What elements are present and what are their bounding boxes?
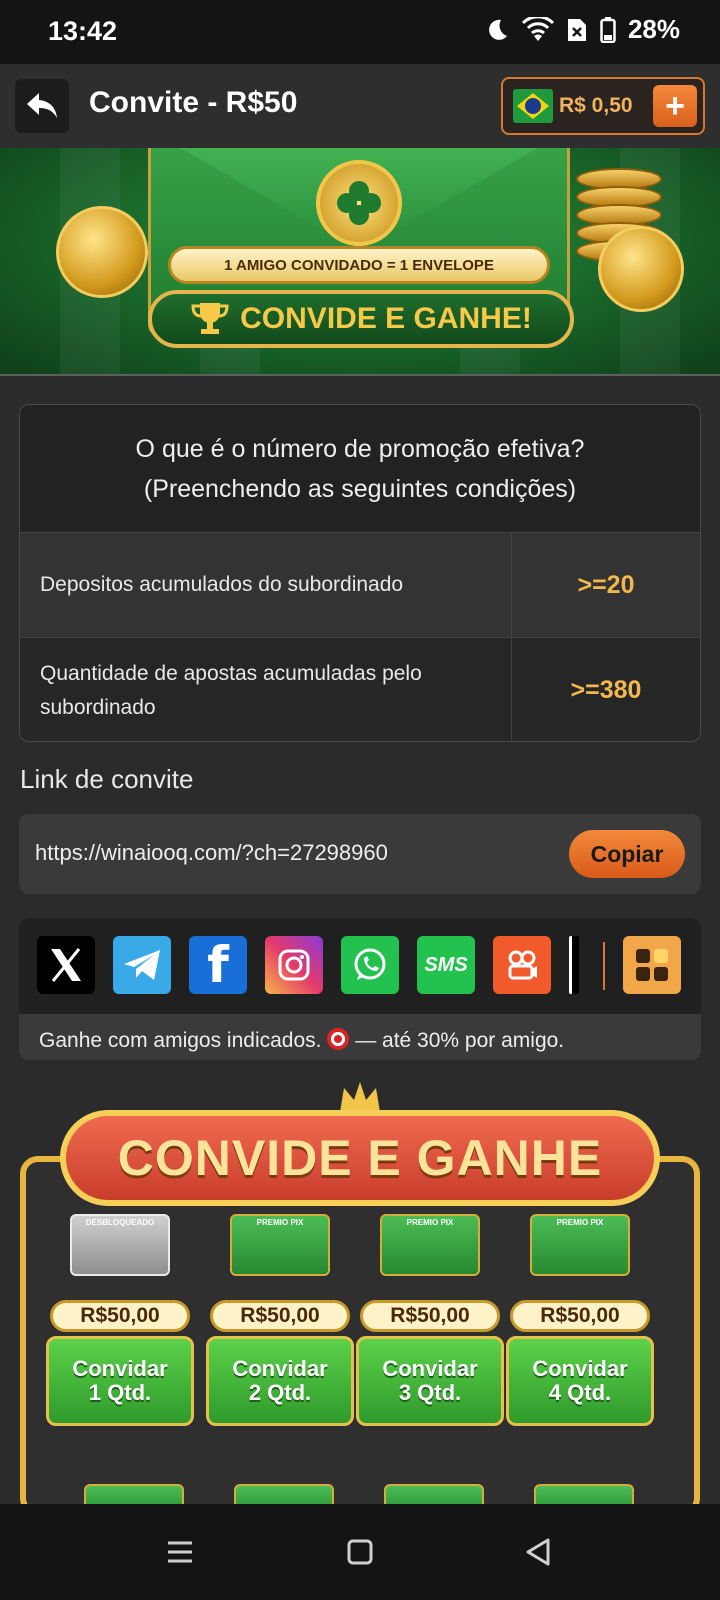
home-button[interactable]	[340, 1534, 380, 1570]
condition-value: >=20	[577, 570, 635, 599]
reward-item: PREMIO PIX R$50,00 Convidar 2 Qtd.	[206, 1214, 354, 1426]
crown-ornament-icon	[340, 1082, 380, 1112]
reward-action: Convidar	[72, 1356, 168, 1381]
reward-action: Convidar	[232, 1356, 328, 1381]
kwai-icon[interactable]	[493, 936, 551, 994]
no-sim-icon	[567, 18, 586, 41]
balance-widget[interactable]: R$ 0,50 +	[501, 77, 705, 135]
reward-qty: 4 Qtd.	[548, 1380, 612, 1405]
envelope-label: PREMIO PIX	[256, 1218, 304, 1227]
share-caption-text: Ganhe com amigos indicados.	[39, 1029, 322, 1052]
share-divider	[603, 942, 605, 990]
reward-qty: 1 Qtd.	[88, 1380, 152, 1405]
reward-item: PREMIO PIX R$50,00 Convidar 3 Qtd.	[356, 1214, 504, 1426]
system-nav-bar	[0, 1504, 720, 1600]
x-icon[interactable]	[37, 936, 95, 994]
brazil-flag-icon	[513, 89, 553, 123]
conditions-header: O que é o número de promoção efetiva? (P…	[20, 405, 700, 533]
table-row: Quantidade de apostas acumuladas pelo su…	[20, 638, 700, 741]
envelope-label: DESBLOQUEADO	[85, 1218, 155, 1227]
promo-banner: 1 AMIGO CONVIDADO = 1 ENVELOPE CONVIDE E…	[0, 148, 720, 376]
invite-reward-button[interactable]: Convidar 1 Qtd.	[46, 1336, 194, 1426]
invite-link-label: Link de convite	[20, 764, 194, 794]
nav-back-button[interactable]	[518, 1534, 558, 1570]
copy-button[interactable]: Copiar	[569, 830, 685, 878]
envelope-icon: PREMIO PIX	[230, 1214, 330, 1276]
reward-amount: R$50,00	[510, 1300, 650, 1332]
status-bar: 13:42 28%	[0, 0, 720, 64]
soccer-coin-icon	[56, 206, 148, 298]
invite-reward-button[interactable]: Convidar 3 Qtd.	[356, 1336, 504, 1426]
recents-icon	[168, 1541, 192, 1563]
promotion-conditions-table: O que é o número de promoção efetiva? (P…	[19, 404, 701, 742]
reward-amount: R$50,00	[50, 1300, 190, 1332]
more-apps-icon[interactable]	[623, 936, 681, 994]
home-icon	[347, 1539, 373, 1565]
battery-percent: 28%	[627, 14, 680, 44]
wifi-icon	[521, 16, 554, 41]
trophy-icon	[191, 303, 229, 334]
reward-item: DESBLOQUEADO R$50,00 Convidar 1 Qtd.	[46, 1214, 194, 1426]
envelope-label: PREMIO PIX	[406, 1218, 454, 1227]
soccer-coin-icon	[598, 226, 684, 312]
balance-amount: R$ 0,50	[559, 94, 633, 117]
share-panel: f SMS Ganhe com amigos indicados. — até …	[19, 918, 701, 1060]
invite-reward-button[interactable]: Convidar 2 Qtd.	[206, 1336, 354, 1426]
reward-amount: R$50,00	[210, 1300, 350, 1332]
page-title: Convite - R$50	[89, 86, 298, 119]
back-button[interactable]	[15, 79, 69, 133]
invite-link-url[interactable]: https://winaiooq.com/?ch=27298960	[35, 840, 388, 866]
condition-value: >=380	[570, 676, 642, 704]
banner-headline-box: CONVIDE E GANHE!	[148, 290, 574, 348]
envelope-icon: PREMIO PIX	[530, 1214, 630, 1276]
invite-reward-button[interactable]: Convidar 4 Qtd.	[506, 1336, 654, 1426]
envelope-label: PREMIO PIX	[556, 1218, 604, 1227]
conditions-subtitle: (Preenchendo as seguintes condições)	[143, 474, 577, 503]
reward-qty: 3 Qtd.	[398, 1380, 462, 1405]
reward-action: Convidar	[532, 1356, 628, 1381]
reward-action: Convidar	[382, 1356, 478, 1381]
whatsapp-icon[interactable]	[341, 936, 399, 994]
tiktok-icon[interactable]	[569, 936, 579, 994]
condition-label: Quantidade de apostas acumuladas pelo su…	[20, 638, 512, 741]
add-funds-button[interactable]: +	[653, 85, 697, 127]
table-row: Depositos acumulados do subordinado >=20	[20, 533, 700, 638]
battery-icon	[600, 16, 616, 43]
share-caption-rate: — até 30% por amigo.	[355, 1029, 565, 1052]
reward-qty: 2 Qtd.	[248, 1380, 312, 1405]
reward-amount: R$50,00	[360, 1300, 500, 1332]
envelope-icon: PREMIO PIX	[380, 1214, 480, 1276]
rewards-title: CONVIDE E GANHE	[60, 1110, 660, 1206]
app-header: Convite - R$50 R$ 0,50 +	[0, 64, 720, 148]
clover-coin-icon	[316, 160, 402, 246]
sms-icon[interactable]: SMS	[417, 936, 475, 994]
share-caption: Ganhe com amigos indicados. — até 30% po…	[39, 1028, 564, 1053]
invite-rewards-board: CONVIDE E GANHE DESBLOQUEADO R$50,00 Con…	[20, 1082, 700, 1516]
moon-icon	[489, 19, 507, 40]
invite-link-box: https://winaiooq.com/?ch=27298960 Copiar	[19, 814, 701, 894]
back-icon	[526, 1538, 550, 1566]
banner-tagline: 1 AMIGO CONVIDADO = 1 ENVELOPE	[168, 246, 550, 284]
back-arrow-icon	[27, 93, 57, 118]
facebook-icon[interactable]: f	[189, 936, 247, 994]
target-icon	[327, 1028, 350, 1050]
instagram-icon[interactable]	[265, 936, 323, 994]
reward-item: PREMIO PIX R$50,00 Convidar 4 Qtd.	[506, 1214, 654, 1426]
status-time: 13:42	[48, 16, 118, 46]
telegram-icon[interactable]	[113, 936, 171, 994]
locked-envelope-icon: DESBLOQUEADO	[70, 1214, 170, 1276]
recents-button[interactable]	[160, 1534, 200, 1570]
status-icons: 28%	[484, 14, 680, 45]
conditions-title: O que é o número de promoção efetiva?	[135, 434, 585, 463]
banner-headline: CONVIDE E GANHE!	[240, 302, 532, 335]
share-icons-row: f SMS	[19, 918, 701, 1014]
condition-label: Depositos acumulados do subordinado	[20, 533, 512, 637]
